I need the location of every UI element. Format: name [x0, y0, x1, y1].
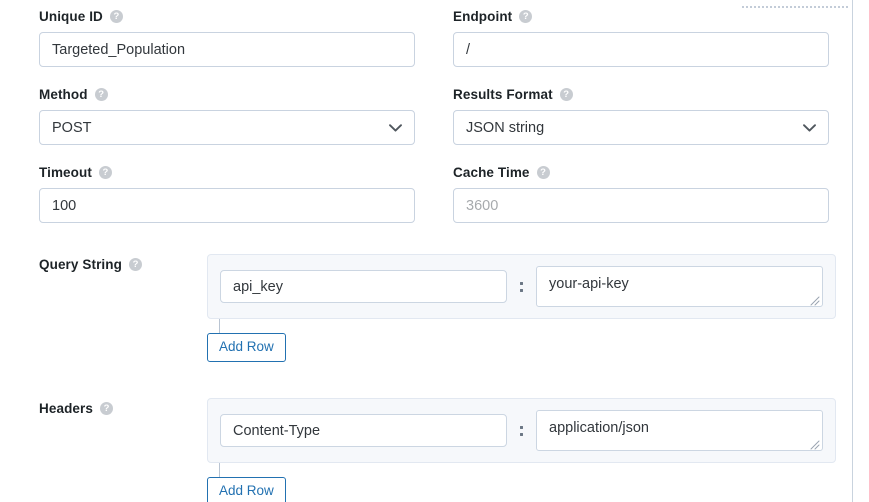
field-method: Method ? POST: [39, 86, 415, 145]
api-settings-form: Unique ID ? Targeted_Population Endpoint…: [39, 8, 836, 502]
field-cache-time: Cache Time ? 3600: [453, 164, 829, 223]
cache-time-input[interactable]: 3600: [453, 188, 829, 223]
section-headers: Headers ? Content-Type application/json: [39, 398, 836, 502]
results-format-select-value: JSON string: [466, 119, 545, 136]
headers-value-textarea[interactable]: application/json: [536, 410, 823, 451]
help-circle-icon[interactable]: ?: [98, 166, 112, 179]
field-results-format: Results Format ? JSON string: [453, 86, 829, 145]
field-grid: Unique ID ? Targeted_Population Endpoint…: [39, 8, 829, 223]
section-label-row: Headers ?: [39, 398, 207, 502]
query-string-label-row: Query String ?: [39, 256, 207, 273]
grid-gutter: [415, 164, 453, 223]
colon-separator-icon: [507, 281, 536, 292]
connector-line: [219, 463, 220, 478]
headers-addrow-wrap: Add Row: [207, 463, 836, 502]
container-right-border: [852, 0, 853, 502]
endpoint-input[interactable]: /: [453, 32, 829, 67]
field-label: Endpoint: [453, 9, 513, 24]
help-circle-icon[interactable]: ?: [94, 88, 108, 101]
chevron-down-icon: [389, 123, 402, 132]
field-label-row: Timeout ?: [39, 164, 415, 181]
key-value-row: Content-Type application/json: [207, 398, 836, 463]
headers-add-row-button[interactable]: Add Row: [207, 477, 286, 502]
field-timeout: Timeout ? 100: [39, 164, 415, 223]
key-value-row: api_key your-api-key: [207, 254, 836, 319]
section-label: Headers: [39, 401, 93, 416]
query-string-add-row-button[interactable]: Add Row: [207, 333, 286, 362]
field-label-row: Method ?: [39, 86, 415, 103]
help-circle-icon[interactable]: ?: [128, 258, 142, 271]
field-label: Cache Time: [453, 165, 530, 180]
resize-handle-icon[interactable]: [809, 294, 820, 306]
resize-handle-icon[interactable]: [809, 438, 820, 450]
colon-separator-icon: [507, 425, 536, 436]
grid-gutter: [415, 8, 453, 86]
settings-form-page: Unique ID ? Targeted_Population Endpoint…: [0, 0, 869, 502]
chevron-down-icon: [803, 123, 816, 132]
section-query-string: Query String ? api_key your-api-key Add …: [39, 254, 836, 363]
field-label: Results Format: [453, 87, 553, 102]
field-label: Timeout: [39, 165, 92, 180]
field-endpoint: Endpoint ? /: [453, 8, 829, 67]
section-label: Query String: [39, 257, 122, 272]
field-label-row: Unique ID ?: [39, 8, 415, 25]
query-string-addrow-wrap: Add Row: [207, 319, 836, 363]
method-select[interactable]: POST: [39, 110, 415, 145]
help-circle-icon[interactable]: ?: [109, 10, 123, 23]
unique-id-input[interactable]: Targeted_Population: [39, 32, 415, 67]
query-string-repeater: api_key your-api-key Add Row: [207, 254, 836, 363]
field-unique-id: Unique ID ? Targeted_Population: [39, 8, 415, 67]
query-string-key-input[interactable]: api_key: [220, 270, 507, 303]
headers-label-row: Headers ?: [39, 400, 207, 417]
field-label-row: Cache Time ?: [453, 164, 829, 181]
connector-line: [219, 319, 220, 334]
field-label-row: Results Format ?: [453, 86, 829, 103]
help-circle-icon[interactable]: ?: [536, 166, 550, 179]
help-circle-icon[interactable]: ?: [519, 10, 533, 23]
method-select-value: POST: [52, 119, 92, 136]
field-label-row: Endpoint ?: [453, 8, 829, 25]
field-label: Method: [39, 87, 88, 102]
section-label-row: Query String ?: [39, 254, 207, 363]
help-circle-icon[interactable]: ?: [99, 402, 113, 415]
timeout-input[interactable]: 100: [39, 188, 415, 223]
headers-repeater: Content-Type application/json Add Row: [207, 398, 836, 502]
help-circle-icon[interactable]: ?: [559, 88, 573, 101]
grid-gutter: [415, 86, 453, 164]
query-string-value-textarea[interactable]: your-api-key: [536, 266, 823, 307]
headers-key-input[interactable]: Content-Type: [220, 414, 507, 447]
results-format-select[interactable]: JSON string: [453, 110, 829, 145]
field-label: Unique ID: [39, 9, 103, 24]
